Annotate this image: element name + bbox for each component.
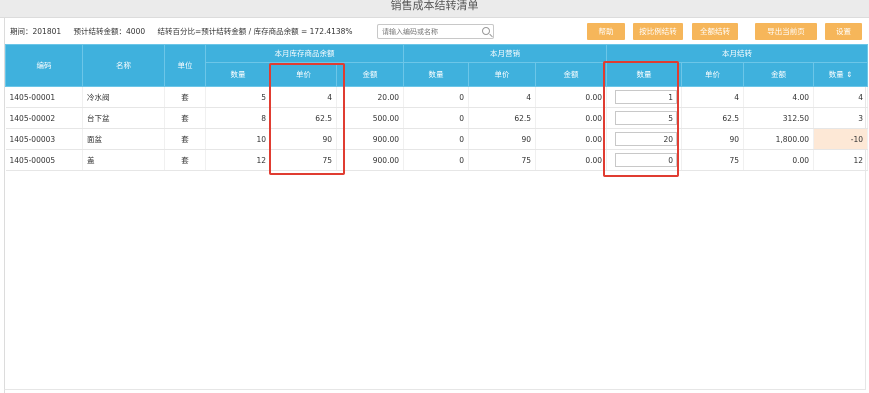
cell-stock-qty: 10	[205, 128, 271, 150]
table-row: 1405-00002 台下盆 套 8 62.5 500.00 0 62.5 0.…	[5, 107, 869, 129]
header-unit[interactable]: 单位	[164, 44, 206, 87]
cell-stock-qty: 12	[205, 149, 271, 171]
header-group-carryover: 本月结转	[606, 44, 869, 63]
table-row: 1405-00001 冷水阀 套 5 4 20.00 0 4 0.00 4 4.…	[5, 86, 869, 108]
cell-carry-price: 75	[681, 149, 745, 171]
header-name[interactable]: 名称	[82, 44, 165, 87]
cell-carry-amount: 4.00	[743, 86, 815, 108]
cell-sales-qty: 0	[403, 149, 470, 171]
cell-carry-price: 62.5	[681, 107, 745, 129]
cell-carry-amount: 312.50	[743, 107, 815, 129]
cell-stock-amount: 900.00	[336, 149, 405, 171]
highlight-box-unit-price	[269, 63, 345, 175]
header-sales-qty[interactable]: 数量	[403, 62, 470, 87]
cell-remaining-qty: 4	[813, 86, 869, 108]
cell-sales-price: 90	[468, 128, 537, 150]
cell-name: 面盆	[82, 128, 165, 150]
cell-name: 盖	[82, 149, 165, 171]
cell-code: 1405-00002	[5, 107, 83, 129]
cell-sales-qty: 0	[403, 107, 470, 129]
cell-sales-price: 62.5	[468, 107, 537, 129]
cell-sales-amount: 0.00	[535, 149, 608, 171]
cell-unit: 套	[164, 86, 206, 108]
summary-info: 期间：201801 预计结转金额：4000 结转百分比=预计结转金额 / 库存商…	[10, 26, 363, 37]
search-icon[interactable]	[482, 27, 490, 35]
table-container: 编码 名称 单位 本月库存商品余额 本月营销 本月结转 数量 单价 金额 数量 …	[4, 44, 869, 390]
header-sales-price[interactable]: 单价	[468, 62, 537, 87]
cell-stock-amount: 20.00	[336, 86, 405, 108]
header-carry-price[interactable]: 单价	[681, 62, 745, 87]
header-remaining-qty-sortable[interactable]: 数量 ⇕	[813, 62, 869, 87]
toolbar: 期间：201801 预计结转金额：4000 结转百分比=预计结转金额 / 库存商…	[4, 20, 866, 44]
cell-unit: 套	[164, 107, 206, 129]
header-stock-amount[interactable]: 金额	[335, 62, 405, 87]
cell-carry-amount: 0.00	[743, 149, 815, 171]
cell-remaining-qty-negative: -10	[813, 128, 869, 150]
cell-name: 台下盆	[82, 107, 165, 129]
header-group-sales: 本月营销	[403, 44, 608, 63]
cell-stock-amount: 500.00	[336, 107, 405, 129]
title-bar: 销售成本结转清单	[0, 0, 869, 18]
highlight-box-carry-qty	[603, 61, 679, 177]
cell-sales-qty: 0	[403, 86, 470, 108]
table-row: 1405-00003 面盆 套 10 90 900.00 0 90 0.00 9…	[5, 128, 869, 150]
cell-code: 1405-00001	[5, 86, 83, 108]
search-input[interactable]	[378, 25, 478, 38]
table-row: 1405-00005 盖 套 12 75 900.00 0 75 0.00 75…	[5, 149, 869, 171]
header-group-stock: 本月库存商品余额	[204, 44, 405, 63]
cost-carryover-table: 编码 名称 单位 本月库存商品余额 本月营销 本月结转 数量 单价 金额 数量 …	[5, 44, 869, 171]
export-page-button[interactable]: 导出当前页	[755, 23, 817, 40]
cell-sales-amount: 0.00	[535, 128, 608, 150]
full-carryover-button[interactable]: 全额结转	[692, 23, 738, 40]
cell-stock-amount: 900.00	[336, 128, 405, 150]
header-carry-amount[interactable]: 金额	[743, 62, 815, 87]
cell-carry-price: 90	[681, 128, 745, 150]
cell-code: 1405-00005	[5, 149, 83, 171]
cell-remaining-qty: 3	[813, 107, 869, 129]
cell-sales-qty: 0	[403, 128, 470, 150]
cell-name: 冷水阀	[82, 86, 165, 108]
period-text: 期间：201801	[10, 27, 62, 36]
cell-carry-price: 4	[681, 86, 745, 108]
header-sales-amount[interactable]: 金额	[535, 62, 608, 87]
proportional-carryover-button[interactable]: 按比例结转	[633, 23, 683, 40]
cell-carry-amount: 1,800.00	[743, 128, 815, 150]
cell-remaining-qty: 12	[813, 149, 869, 171]
cell-stock-qty: 5	[205, 86, 271, 108]
cell-sales-price: 75	[468, 149, 537, 171]
cell-sales-price: 4	[468, 86, 537, 108]
cell-sales-amount: 0.00	[535, 107, 608, 129]
help-button[interactable]: 帮助	[587, 23, 625, 40]
cell-stock-qty: 8	[205, 107, 271, 129]
estimated-amount-text: 预计结转金额：4000	[73, 27, 146, 36]
cell-sales-amount: 0.00	[535, 86, 608, 108]
settings-button[interactable]: 设置	[825, 23, 862, 40]
header-code[interactable]: 编码	[5, 44, 83, 87]
percentage-text: 结转百分比=预计结转金额 / 库存商品余额 = 172.4138%	[157, 27, 353, 36]
search-box[interactable]	[377, 24, 494, 39]
cell-unit: 套	[164, 149, 206, 171]
page-title: 销售成本结转清单	[390, 0, 479, 12]
header-stock-qty[interactable]: 数量	[205, 62, 271, 87]
cell-code: 1405-00003	[5, 128, 83, 150]
cell-unit: 套	[164, 128, 206, 150]
